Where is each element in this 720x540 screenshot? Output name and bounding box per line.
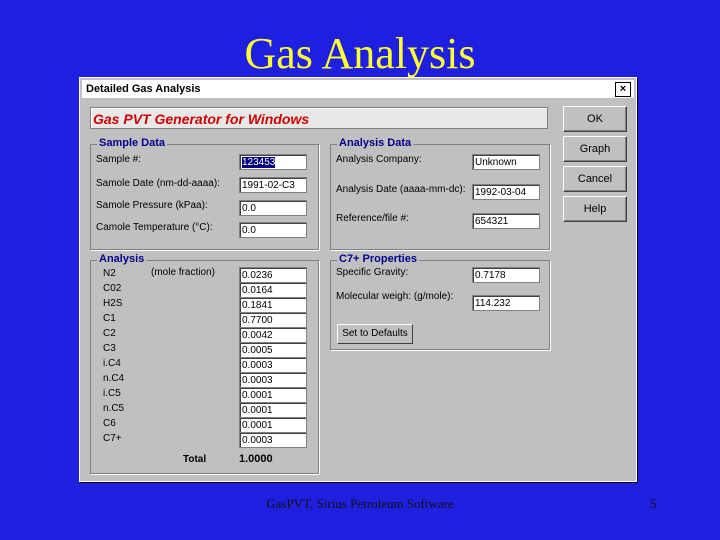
dialog-titlebar: Detailed Gas Analysis × xyxy=(82,80,634,98)
reference-file-input[interactable]: 654321 xyxy=(472,213,540,229)
sample-pressure-label: Samole Pressure (kPaa): xyxy=(96,200,208,211)
analysis-label: Analysis xyxy=(97,253,147,265)
component-name: i.C4 xyxy=(103,358,121,369)
sample-pressure-input[interactable]: 0.0 xyxy=(239,200,307,216)
component-name: n.C5 xyxy=(103,403,125,414)
slide-title: Gas Analysis xyxy=(244,29,476,78)
component-value-input[interactable]: 0.0001 xyxy=(239,402,307,418)
component-name: C3 xyxy=(103,343,116,354)
c7-properties-label: C7+ Properties xyxy=(337,253,419,265)
component-value-input[interactable]: 0.7700 xyxy=(239,312,307,328)
component-value-input[interactable]: 0.0003 xyxy=(239,372,307,388)
dialog-title: Detailed Gas Analysis xyxy=(86,83,201,95)
total-label: Total xyxy=(183,454,207,465)
help-button[interactable]: Help xyxy=(563,196,627,222)
analysis-group: Analysis (mole fraction) Total 1.0000 N2… xyxy=(90,253,319,474)
analysis-date-label: Analysis Date (aaaa-mm-dc): xyxy=(336,184,466,195)
component-name: C1 xyxy=(103,313,116,324)
ok-button[interactable]: OK xyxy=(563,106,627,132)
graph-button[interactable]: Graph xyxy=(563,136,627,162)
specific-gravity-label: Specific Gravity: xyxy=(336,267,409,278)
sample-data-group: Sample Data Sample #: 123453 Samole Date… xyxy=(90,137,319,250)
component-name: C6 xyxy=(103,418,116,429)
analysis-data-label: Analysis Data xyxy=(337,137,414,149)
analysis-company-input[interactable]: Unknown xyxy=(472,154,540,170)
sample-data-label: Sample Data xyxy=(97,137,168,149)
component-value-input[interactable]: 0.0003 xyxy=(239,432,307,448)
component-name: n.C4 xyxy=(103,373,125,384)
total-value: 1.0000 xyxy=(239,453,273,465)
component-value-input[interactable]: 0.0236 xyxy=(239,267,307,283)
slide-footer: GasPVT, Sirius Petroleum Software xyxy=(266,496,454,511)
molecular-weight-label: Molecular weigh: (g/mole): xyxy=(336,291,454,302)
sample-date-input[interactable]: 1991-02-C3 xyxy=(239,177,307,193)
analysis-date-input[interactable]: 1992-03-04 xyxy=(472,184,540,200)
cancel-button[interactable]: Cancel xyxy=(563,166,627,192)
component-value-input[interactable]: 0.0042 xyxy=(239,327,307,343)
component-name: H2S xyxy=(103,298,123,309)
component-value-input[interactable]: 0.0001 xyxy=(239,387,307,403)
page-number: 5 xyxy=(650,496,657,511)
component-name: C2 xyxy=(103,328,116,339)
component-value-input[interactable]: 0.0005 xyxy=(239,342,307,358)
sample-number-input[interactable]: 123453 xyxy=(239,154,307,170)
app-banner: Gas PVT Generator for Windows xyxy=(90,107,548,129)
analysis-data-group: Analysis Data Analysis Company: Unknown … xyxy=(330,137,550,250)
molecular-weight-input[interactable]: 114.232 xyxy=(472,295,540,311)
component-value-input[interactable]: 0.0003 xyxy=(239,357,307,373)
sample-number-label: Sample #: xyxy=(96,154,142,165)
sample-date-label: Samole Date (nm-dd-aaaa): xyxy=(96,178,220,189)
detailed-gas-analysis-dialog: Detailed Gas Analysis × Gas PVT Generato… xyxy=(79,77,637,482)
component-value-input[interactable]: 0.0001 xyxy=(239,417,307,433)
close-icon[interactable]: × xyxy=(615,82,631,97)
component-name: C02 xyxy=(103,283,122,294)
mole-fraction-unit: (mole fraction) xyxy=(151,267,215,278)
c7-properties-group: C7+ Properties Specific Gravity: 0.7178 … xyxy=(330,253,550,350)
specific-gravity-input[interactable]: 0.7178 xyxy=(472,267,540,283)
component-value-input[interactable]: 0.1841 xyxy=(239,297,307,313)
analysis-company-label: Analysis Company: xyxy=(336,154,422,165)
component-name: N2 xyxy=(103,268,116,279)
component-value-input[interactable]: 0.0164 xyxy=(239,282,307,298)
sample-temperature-label: Camole Temperature (°C): xyxy=(96,222,213,233)
set-defaults-button[interactable]: Set to Defaults xyxy=(337,324,413,344)
reference-file-label: Reference/file #: xyxy=(336,213,409,224)
sample-temperature-input[interactable]: 0.0 xyxy=(239,222,307,238)
component-name: C7+ xyxy=(103,433,122,444)
component-name: i.C5 xyxy=(103,388,121,399)
